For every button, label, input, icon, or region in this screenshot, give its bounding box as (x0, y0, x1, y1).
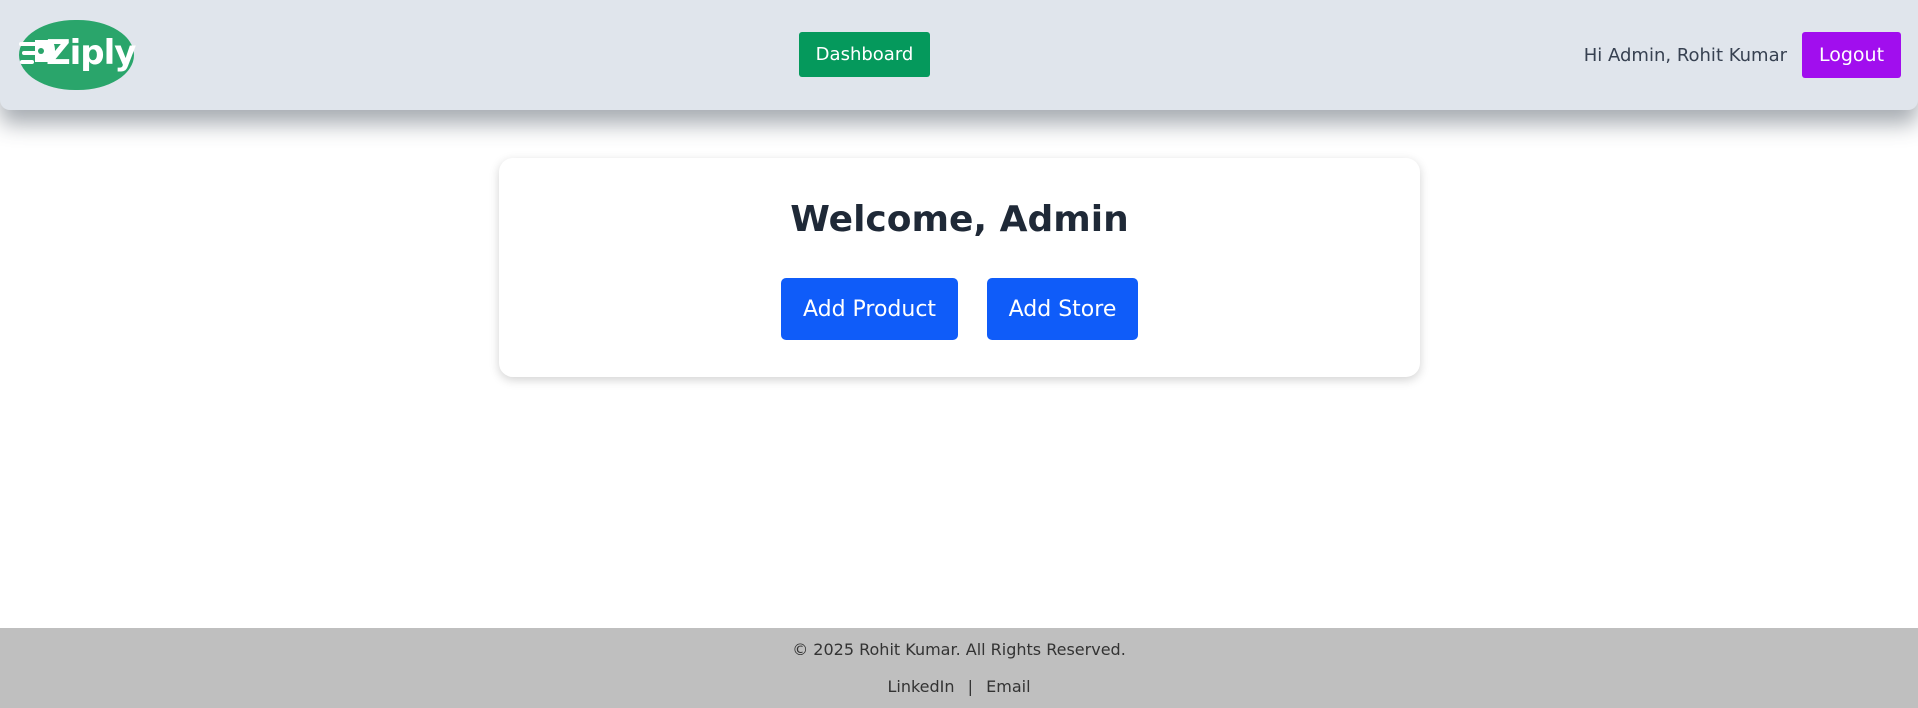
page-title: Welcome, Admin (790, 199, 1129, 240)
logout-button[interactable]: Logout (1802, 32, 1901, 78)
user-greeting: Hi Admin, Rohit Kumar (1583, 45, 1787, 66)
welcome-card: Welcome, Admin Add Product Add Store (499, 158, 1420, 377)
footer: © 2025 Rohit Kumar. All Rights Reserved.… (0, 628, 1918, 708)
add-store-button[interactable]: Add Store (987, 278, 1138, 340)
navbar: Ziply Dashboard Hi Admin, Rohit Kumar Lo… (0, 0, 1918, 110)
copyright-text: © 2025 Rohit Kumar. All Rights Reserved. (792, 640, 1126, 659)
ziply-logo[interactable]: Ziply (19, 20, 136, 90)
footer-separator: | (967, 677, 974, 696)
linkedin-link[interactable]: LinkedIn (887, 677, 954, 696)
dashboard-button[interactable]: Dashboard (799, 32, 930, 77)
footer-links: LinkedIn | Email (0, 676, 1918, 698)
email-link[interactable]: Email (986, 677, 1030, 696)
add-product-button[interactable]: Add Product (781, 278, 958, 340)
logo-text: Ziply (46, 33, 136, 73)
